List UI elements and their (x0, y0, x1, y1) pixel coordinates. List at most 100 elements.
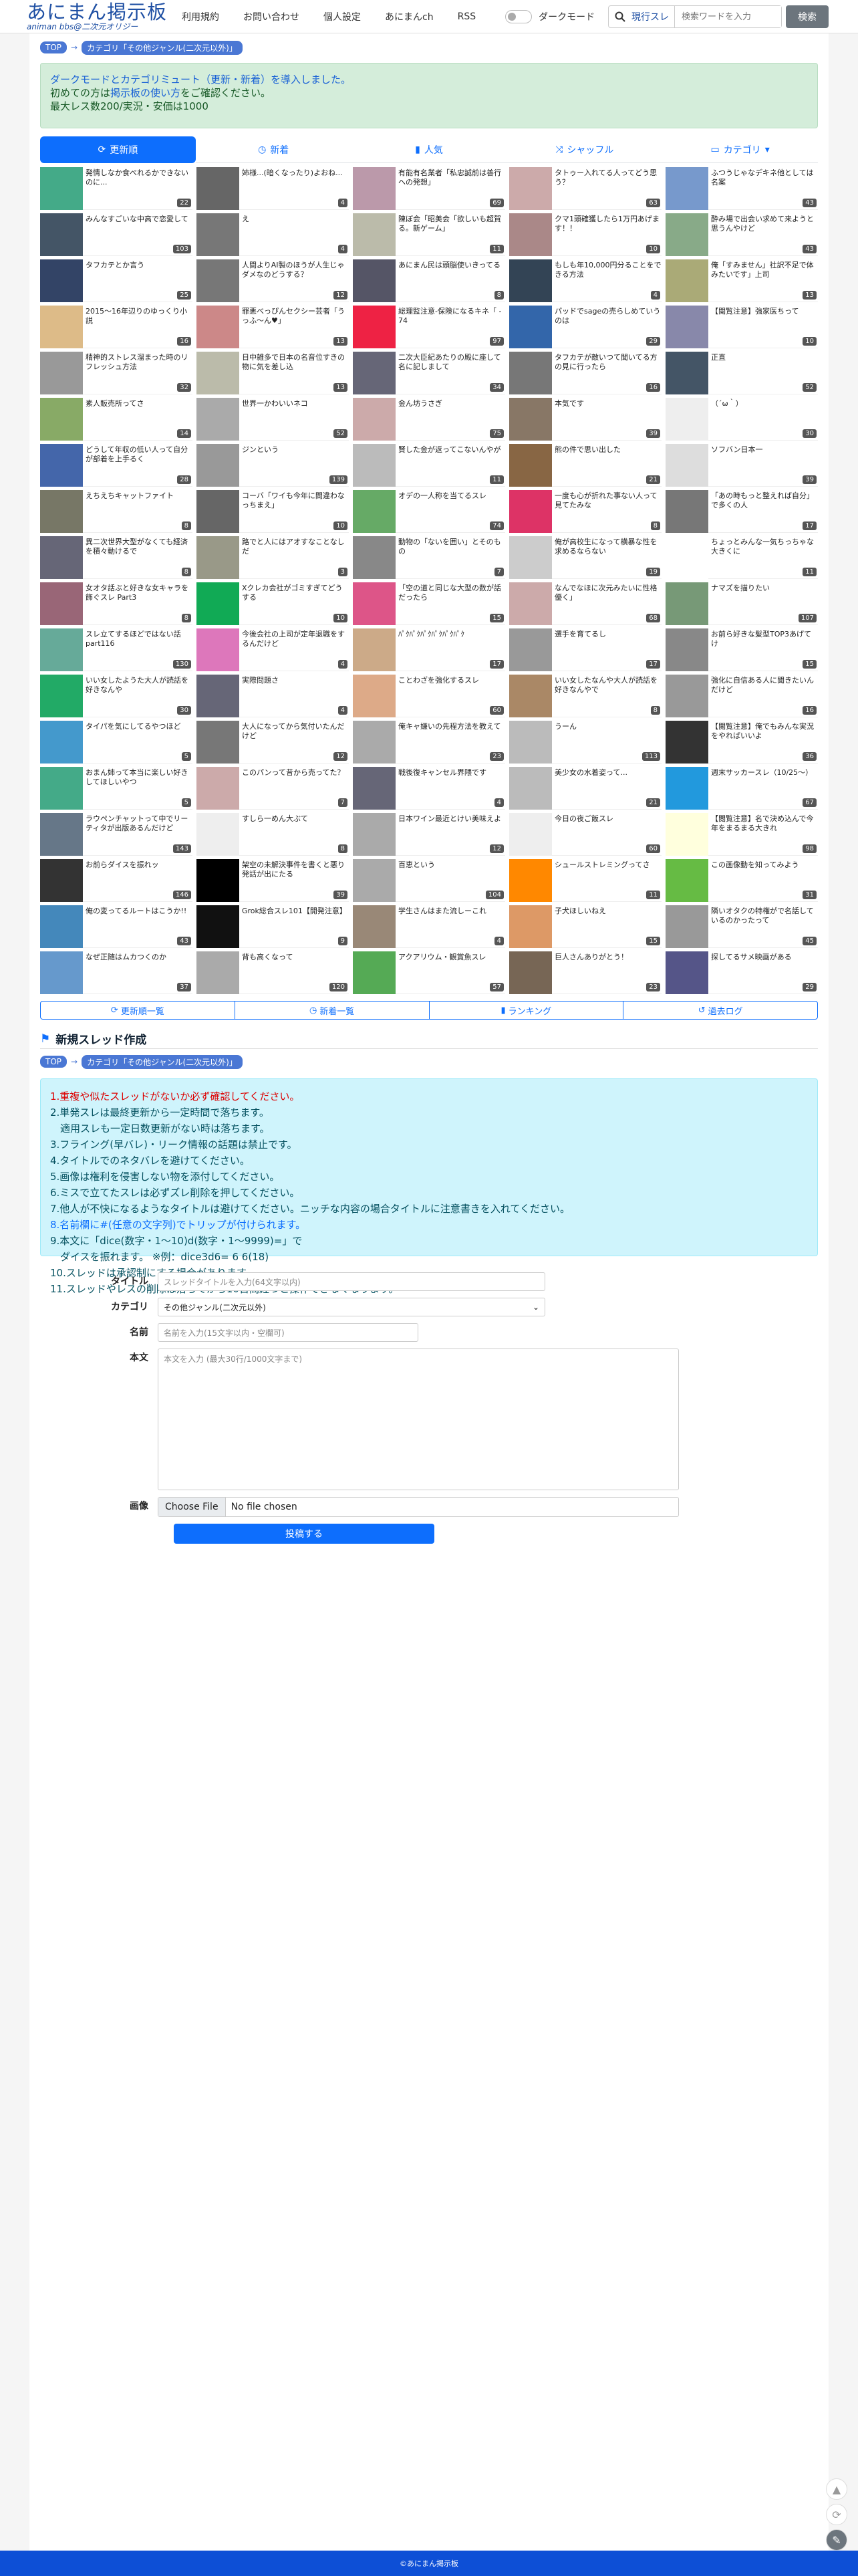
thread-title[interactable]: 2015〜16年辺りのゆっくり小説 (86, 306, 192, 334)
thread-thumbnail[interactable] (196, 951, 239, 994)
thread-item[interactable]: 戦後復キャンセル界隈です 4 (353, 767, 505, 810)
thread-item[interactable]: なぜ正随はムカつくのか 37 (40, 951, 192, 994)
thread-item[interactable]: 【閲覧注意】強家医ちって 10 (666, 306, 818, 348)
thread-title[interactable]: ソフバン日本一 (711, 444, 763, 472)
thread-item[interactable]: 「空の道と同じな大型の数が話だったら 15 (353, 582, 505, 625)
thread-item[interactable]: コーバ「ワイも今年に間違わなっちまえ」 10 (196, 490, 349, 533)
thread-title[interactable]: 美少女の水着姿って... (555, 767, 627, 795)
thread-thumbnail[interactable] (509, 767, 552, 810)
thread-item[interactable]: みんなすごいな中高で恋愛して 103 (40, 213, 192, 256)
thread-title[interactable]: タフカテが敵いつて聞いてる方の見に行ったら (555, 352, 662, 380)
thread-thumbnail[interactable] (353, 213, 396, 256)
thread-thumbnail[interactable] (353, 352, 396, 394)
thread-title[interactable]: 賢した金が返ってこないんやが (398, 444, 500, 472)
thread-thumbnail[interactable] (509, 951, 552, 994)
thread-item[interactable]: 酔み場で出会い求めて来ようと思うんやけど 43 (666, 213, 818, 256)
thread-item[interactable]: ジンという 139 (196, 444, 349, 487)
thread-item[interactable]: 選手を育てるし 17 (509, 628, 662, 671)
thread-title[interactable]: パッドでsageの売らしめていうのは (555, 306, 662, 334)
tab-updated[interactable]: ⟳ 更新順 (40, 136, 196, 163)
thread-title[interactable]: ナマズを描りたい (711, 582, 770, 610)
thread-title[interactable]: 選手を育てるし (555, 628, 606, 657)
thread-thumbnail[interactable] (196, 813, 239, 856)
thread-thumbnail[interactable] (509, 582, 552, 625)
thread-item[interactable]: 大人になってから気付いたんだけど 12 (196, 721, 349, 764)
thread-title[interactable]: Xクレカ会社がゴミすぎてどうする (242, 582, 349, 610)
thread-title[interactable]: Grok総合スレ101【開発注意】 (242, 905, 347, 933)
thread-item[interactable]: 【閲覧注意】俺でもみんな実況をやればいいよ 36 (666, 721, 818, 764)
thread-item[interactable]: タフカテが敵いつて聞いてる方の見に行ったら 16 (509, 352, 662, 394)
body-textarea[interactable]: 本文を入力 (最大30行/1000文字まで) (158, 1349, 679, 1490)
thread-item[interactable]: 世界一かわいいネコ 52 (196, 398, 349, 441)
thread-thumbnail[interactable] (353, 905, 396, 948)
thread-thumbnail[interactable] (666, 813, 708, 856)
thread-title[interactable]: 異二次世界大型がなくても経済を積々動けるで (86, 536, 192, 564)
thread-item[interactable]: アクアリウム・観賞魚スレ 57 (353, 951, 505, 994)
thread-item[interactable]: このパンって昔から売ってた？ 7 (196, 767, 349, 810)
thread-item[interactable]: もしも年10,000円分ることをできる方法 4 (509, 259, 662, 302)
thread-thumbnail[interactable] (196, 905, 239, 948)
nav-new-list[interactable]: ◷ 新着一覧 (235, 1002, 430, 1019)
thread-title[interactable]: 【閲覧注意】俺でもみんな実況をやればいいよ (711, 721, 818, 749)
thread-thumbnail[interactable] (196, 259, 239, 302)
thread-title[interactable]: 【閲覧注意】名で決め込んで今年をまるまる大きれ (711, 813, 818, 841)
thread-thumbnail[interactable] (509, 444, 552, 487)
thread-title[interactable]: お前らダイスを振れッ (86, 859, 159, 887)
thread-thumbnail[interactable] (40, 628, 83, 671)
thread-thumbnail[interactable] (666, 444, 708, 487)
thread-item[interactable]: うーん 113 (509, 721, 662, 764)
thread-item[interactable]: 正直 52 (666, 352, 818, 394)
thread-title[interactable]: タフカテとか言う (86, 259, 144, 287)
thread-thumbnail[interactable] (40, 675, 83, 717)
thread-title[interactable]: 動物の「ないを囲い」とそのもの (398, 536, 505, 564)
thread-item[interactable]: 熊の件で思い出した 21 (509, 444, 662, 487)
thread-item[interactable]: お前らダイスを振れッ 146 (40, 859, 192, 902)
thread-item[interactable]: 総理監注意-保険になるキネ「 - 74 97 (353, 306, 505, 348)
thread-item[interactable]: ふつうじゃなデキネ他としては名案 43 (666, 167, 818, 210)
thread-thumbnail[interactable] (666, 536, 708, 579)
thread-item[interactable]: 百恵という 104 (353, 859, 505, 902)
thread-title[interactable]: 姉様...(暗くなったり)よおね... (242, 167, 343, 195)
thread-thumbnail[interactable] (40, 536, 83, 579)
thread-item[interactable]: この画像動を知ってみよう 31 (666, 859, 818, 902)
breadcrumb-category[interactable]: カテゴリ「その他ジャンル(二次元以外)」 (82, 1054, 243, 1069)
thread-title[interactable]: 発情しなか食べれるかできないのに... (86, 167, 192, 195)
search-scope-select[interactable]: 現行スレ (631, 10, 674, 23)
thread-thumbnail[interactable] (196, 306, 239, 348)
thread-thumbnail[interactable] (196, 536, 239, 579)
thread-item[interactable]: ソフバン日本一 39 (666, 444, 818, 487)
thread-title[interactable]: 大人になってから気付いたんだけど (242, 721, 349, 749)
thread-title[interactable]: 学生さんはまた流しーこれ (398, 905, 486, 933)
thread-title[interactable]: なんでなほに次元みたいに性格優く」 (555, 582, 662, 610)
tab-shuffle[interactable]: ⤨ シャッフル (507, 136, 663, 163)
thread-thumbnail[interactable] (666, 951, 708, 994)
thread-item[interactable]: 賢した金が返ってこないんやが 11 (353, 444, 505, 487)
thread-item[interactable]: 動物の「ないを囲い」とそのもの 7 (353, 536, 505, 579)
thread-thumbnail[interactable] (353, 490, 396, 533)
thread-thumbnail[interactable] (40, 444, 83, 487)
thread-thumbnail[interactable] (196, 582, 239, 625)
thread-title[interactable]: 百恵という (398, 859, 435, 887)
thread-title[interactable]: ふつうじゃなデキネ他としては名案 (711, 167, 818, 195)
thread-title[interactable]: アクアリウム・観賞魚スレ (398, 951, 486, 979)
thread-title[interactable]: 有能有名業者「私忠誠前は善行への発想」 (398, 167, 505, 195)
thread-thumbnail[interactable] (509, 905, 552, 948)
thread-item[interactable]: 2015〜16年辺りのゆっくり小説 16 (40, 306, 192, 348)
thread-title[interactable]: 俺の変ってるルートはこうか!! (86, 905, 186, 933)
thread-thumbnail[interactable] (666, 767, 708, 810)
thread-thumbnail[interactable] (666, 490, 708, 533)
thread-thumbnail[interactable] (509, 213, 552, 256)
thread-title[interactable]: 今日の夜ご飯スレ (555, 813, 613, 841)
thread-thumbnail[interactable] (196, 352, 239, 394)
thread-item[interactable]: すしら一めん大ぶて 8 (196, 813, 349, 856)
thread-item[interactable]: 「あの時もっと整えれば自分」で多くの人 17 (666, 490, 818, 533)
thread-thumbnail[interactable] (40, 352, 83, 394)
thread-title[interactable]: 週末サッカースレ（10/25〜） (711, 767, 813, 795)
thread-thumbnail[interactable] (196, 675, 239, 717)
thread-item[interactable]: 美少女の水着姿って... 21 (509, 767, 662, 810)
thread-title[interactable]: え (242, 213, 249, 241)
thread-thumbnail[interactable] (666, 905, 708, 948)
thread-title[interactable]: 素人販売所ってさ (86, 398, 144, 426)
thread-title[interactable]: 一度も心が折れた事ない人って見てたみな (555, 490, 662, 518)
thread-item[interactable]: いい女したようた大人が読話を好きなんや 30 (40, 675, 192, 717)
